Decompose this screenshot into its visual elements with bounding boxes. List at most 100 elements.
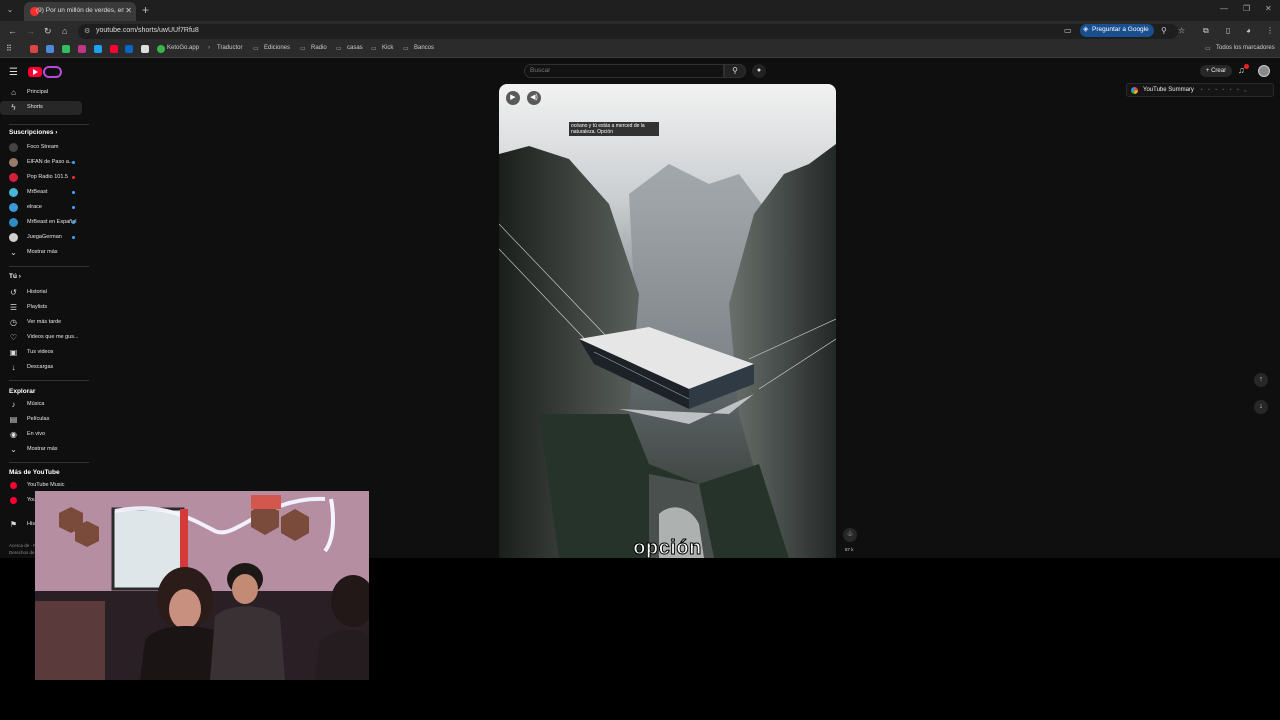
restore-icon[interactable]: ❐ xyxy=(1243,4,1250,13)
voice-search-button[interactable]: ● xyxy=(752,64,766,78)
channel-avatar xyxy=(9,158,18,167)
sidebar-item-show-more[interactable]: ⌄ Mostrar más xyxy=(0,246,82,260)
fullscreen-icon[interactable]: ⛶ xyxy=(819,94,824,102)
cast-icon[interactable]: ▭ xyxy=(1064,26,1072,35)
bookmark-folder-radio[interactable]: Radio xyxy=(311,45,327,51)
hamburger-menu-icon[interactable]: ☰ xyxy=(9,67,18,78)
you-heading[interactable]: Tú › xyxy=(9,273,21,280)
reload-icon[interactable]: ↻ xyxy=(44,26,52,37)
sidebar-item-playlists[interactable]: ☰ Playlists xyxy=(0,301,82,315)
sidebar-item-historial[interactable]: ↺ Historial xyxy=(0,286,82,300)
sidebar-item-label: Tus videos xyxy=(27,349,54,355)
captions-icon[interactable]: ⎘ xyxy=(783,94,789,102)
extension-logo-icon xyxy=(1131,87,1138,94)
volume-button[interactable]: ◀) xyxy=(527,91,541,105)
bookmark-ketogo[interactable]: KetoGo.app xyxy=(167,45,199,51)
play-button[interactable]: ▶ xyxy=(506,91,520,105)
zoom-icon[interactable]: ⚲ xyxy=(1161,26,1167,35)
youtube-bookmark-icon[interactable] xyxy=(110,45,118,53)
next-short-button[interactable]: ↓ xyxy=(1254,400,1268,414)
new-content-dot xyxy=(72,206,75,209)
close-window-icon[interactable]: ✕ xyxy=(1265,4,1272,13)
bookmark-icon[interactable] xyxy=(141,45,149,53)
apps-icon[interactable]: ⠿ xyxy=(6,44,12,53)
sidebar-item-watch-later[interactable]: ◷ Ver más tarde xyxy=(0,316,82,330)
sidebar-item-label: Pop Radio 101.5 xyxy=(27,174,68,180)
more-options-icon[interactable]: ⋮ xyxy=(803,94,810,102)
minimize-icon[interactable]: — xyxy=(1220,4,1228,13)
tab-close-icon[interactable]: ✕ xyxy=(125,6,132,15)
instagram-icon[interactable] xyxy=(78,45,86,53)
url-field[interactable]: ⚙ youtube.com/shorts/uwUUf7Rfu8 xyxy=(78,24,1178,39)
extension-tools-icon[interactable]: ◔◔◔◔◔◔⌄ xyxy=(1199,86,1251,94)
home-button-icon[interactable]: ⌂ xyxy=(62,26,67,36)
chevron-down-icon: ⌄ xyxy=(10,248,17,257)
sidebar-item-subscription[interactable]: JuegaGerman xyxy=(0,231,82,245)
ask-google-button[interactable]: ◈ Preguntar a Google xyxy=(1080,24,1154,37)
bookmark-folder-casas[interactable]: casas xyxy=(347,45,363,51)
url-text[interactable]: youtube.com/shorts/uwUUf7Rfu8 xyxy=(96,27,199,34)
sidebar-item-subscription[interactable]: Foco Stream xyxy=(0,141,82,155)
new-content-dot xyxy=(72,161,75,164)
bookmark-icon[interactable] xyxy=(46,45,54,53)
sidebar-item-principal[interactable]: ⌂ Principal xyxy=(0,86,82,100)
sidebar-item-subscription[interactable]: MrBeast xyxy=(0,186,82,200)
sidebar-item-music[interactable]: ♪ Música xyxy=(0,398,82,412)
previous-short-button[interactable]: ↑ xyxy=(1254,373,1268,387)
sidebar-item-live[interactable]: ◉ En vivo xyxy=(0,428,82,442)
site-info-icon[interactable]: ⚙ xyxy=(84,27,90,35)
youtube-logo[interactable] xyxy=(28,66,62,78)
tab-search-icon[interactable]: ⌄ xyxy=(5,5,15,15)
bookmark-folder-kick[interactable]: Kick xyxy=(382,45,393,51)
sidebar-item-downloads[interactable]: ↓ Descargas xyxy=(0,361,82,375)
sidepanel-icon[interactable]: ▯ xyxy=(1226,26,1230,35)
search-input[interactable]: Buscar xyxy=(524,64,724,78)
sidebar-item-liked[interactable]: ♡ Videos que me gus... xyxy=(0,331,82,345)
subscriptions-heading[interactable]: Suscripciones › xyxy=(9,129,57,136)
extensions-icon[interactable]: ⧉ xyxy=(1203,26,1209,36)
twitter-icon[interactable] xyxy=(94,45,102,53)
bookmark-star-icon[interactable]: ☆ xyxy=(1178,26,1185,35)
bookmark-icon[interactable] xyxy=(30,45,38,53)
bookmark-folder-bancos[interactable]: Bancos xyxy=(414,45,434,51)
account-avatar[interactable] xyxy=(1258,65,1270,77)
flag-icon: ⚑ xyxy=(9,520,18,529)
youtube-page: ☰ Buscar ⚲ ● + Crear ♫ YouTube Summary ◔… xyxy=(0,58,1280,558)
film-icon: ▤ xyxy=(9,415,18,424)
like-button[interactable]: ♧ xyxy=(843,528,857,542)
sidebar-item-subscription[interactable]: Pop Radio 101.5 xyxy=(0,171,82,185)
search-button[interactable]: ⚲ xyxy=(724,64,746,78)
youtube-summary-extension[interactable]: YouTube Summary ◔◔◔◔◔◔⌄ xyxy=(1126,83,1274,97)
sidebar-item-movies[interactable]: ▤ Películas xyxy=(0,413,82,427)
sidebar-item-subscription[interactable]: ElFAN de Paso a... xyxy=(0,156,82,170)
back-icon[interactable]: ← xyxy=(8,26,17,36)
history-icon: ↺ xyxy=(10,288,17,297)
browser-tab[interactable]: (9) Por un millón de verdes, en ✕ xyxy=(24,2,136,21)
bookmark-folder-ediciones[interactable]: Ediciones xyxy=(264,45,290,51)
all-bookmarks[interactable]: Todos los marcadores xyxy=(1216,45,1275,51)
browser-menu-icon[interactable]: ⋮ xyxy=(1266,26,1274,35)
sidebar-item-your-videos[interactable]: ▣ Tus videos xyxy=(0,346,82,360)
sidebar-item-label: Música xyxy=(27,401,45,407)
bookmark-traductor[interactable]: Traductor xyxy=(217,45,242,51)
create-button[interactable]: + Crear xyxy=(1200,65,1232,77)
webcam-image xyxy=(35,491,369,680)
linkedin-icon[interactable] xyxy=(125,45,133,53)
sidebar-item-subscription[interactable]: elrace xyxy=(0,201,82,215)
clock-icon: ◷ xyxy=(10,318,17,327)
download-icon: ↓ xyxy=(11,363,16,372)
new-tab-icon[interactable]: + xyxy=(142,3,149,17)
play-icon: ▶ xyxy=(510,94,516,101)
forward-icon[interactable]: → xyxy=(26,26,35,36)
sidebar-item-shorts[interactable]: ϟ Shorts xyxy=(0,101,82,115)
whatsapp-icon[interactable] xyxy=(62,45,70,53)
profile-icon[interactable]: ◕ xyxy=(1246,26,1251,35)
burned-in-subtitle: opción xyxy=(633,537,702,559)
sidebar-item-show-more[interactable]: ⌄ Mostrar más xyxy=(0,443,82,457)
arrow-down-icon: ↓ xyxy=(1259,403,1263,410)
sidebar-item-subscription[interactable]: MrBeast en Español xyxy=(0,216,82,230)
shorts-video-player[interactable]: ▶ ◀) ⎘ ⋮ ⛶ océano y tú estás a merced de… xyxy=(499,84,836,558)
search-icon: ⚲ xyxy=(732,66,738,75)
more-from-youtube-heading: Más de YouTube xyxy=(9,469,60,476)
webcam-overlay xyxy=(35,491,369,680)
